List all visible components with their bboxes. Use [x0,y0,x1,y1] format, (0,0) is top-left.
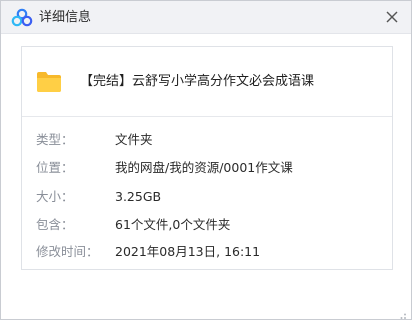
file-name: 【完结】云舒写小学高分作文必会成语课 [80,74,315,89]
contains-label: 包含： [36,217,74,232]
folder-icon [36,71,62,93]
property-row-size: 大小： 3.25GB [22,189,392,205]
dialog-title: 详细信息 [39,10,92,25]
size-value: 3.25GB [115,189,162,204]
file-info-card: 【完结】云舒写小学高分作文必会成语课 类型： 文件夹 位置： 我的网盘/我的资源… [21,46,393,270]
size-label: 大小： [36,189,74,204]
details-dialog: 详细信息 【完结】云舒写小学高分作文必会成语课 类型： 文件夹 位置： 我的网盘… [0,0,412,320]
location-value: 我的网盘/我的资源/0001作文课 [115,160,293,175]
title-bar[interactable]: 详细信息 [1,1,411,34]
property-row-location: 位置： 我的网盘/我的资源/0001作文课 [22,160,392,176]
modified-time-label: 修改时间： [36,244,99,259]
property-row-modified: 修改时间： 2021年08月13日, 16:11 [22,244,392,260]
location-label: 位置： [36,160,74,175]
type-value: 文件夹 [115,132,153,147]
close-icon[interactable] [383,8,401,26]
baidu-netdisk-cloud-icon [11,8,33,28]
modified-time-value: 2021年08月13日, 16:11 [115,244,261,259]
resize-grip-icon[interactable] [397,305,407,319]
property-row-contains: 包含： 61个文件,0个文件夹 [22,217,392,233]
type-label: 类型： [36,132,74,147]
contains-value: 61个文件,0个文件夹 [115,217,231,232]
file-header: 【完结】云舒写小学高分作文必会成语课 [22,47,392,117]
property-row-type: 类型： 文件夹 [22,132,392,148]
